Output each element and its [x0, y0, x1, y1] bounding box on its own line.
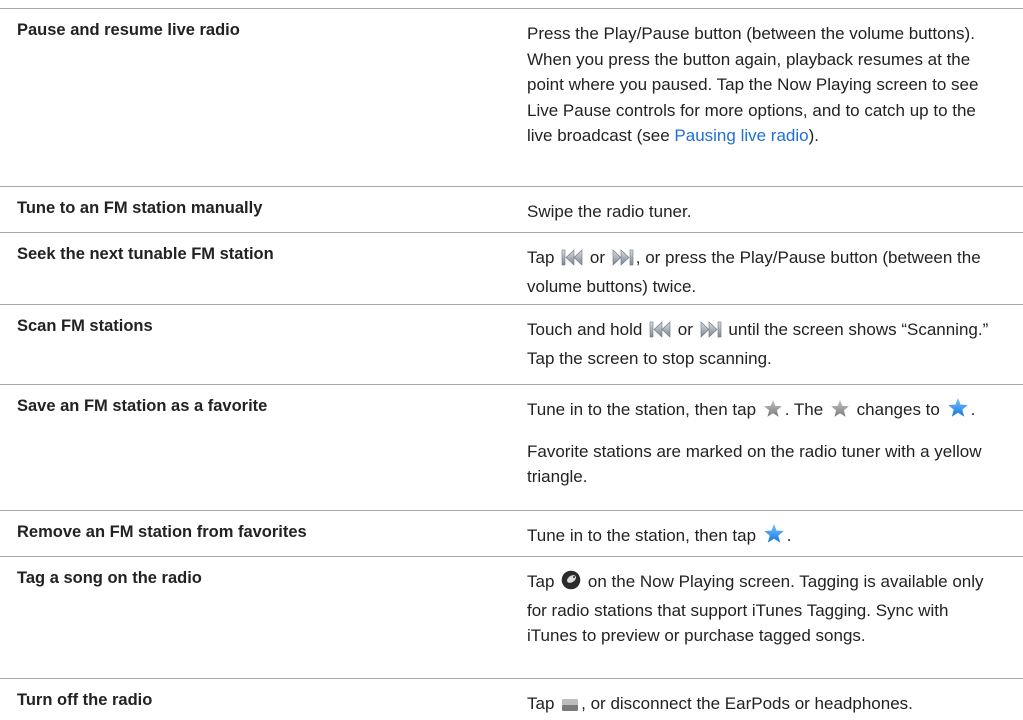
table-row: Seek the next tunable FM station Tap or … — [0, 232, 1023, 305]
action-description: Press the Play/Pause button (between the… — [527, 21, 997, 149]
description-text: . — [970, 400, 976, 419]
action-description: Touch and hold or until the screen shows… — [527, 317, 997, 371]
description-text: ). — [808, 126, 819, 145]
action-description: Tune in to the station, then tap . The c… — [527, 397, 997, 503]
action-description: Tap , or disconnect the EarPods or headp… — [527, 691, 997, 720]
table-row: Turn off the radio Tap , or disconnect t… — [0, 678, 1023, 720]
description-text: or — [589, 248, 606, 267]
action-label: Scan FM stations — [17, 317, 153, 335]
star-favorite-blue-icon — [947, 397, 969, 426]
action-label: Tag a song on the radio — [17, 569, 202, 587]
description-text: on the Now Playing screen. Tagging is av… — [527, 572, 984, 645]
action-label: Pause and resume live radio — [17, 21, 240, 39]
description-text: , or disconnect the EarPods or headphone… — [581, 694, 913, 713]
pausing-live-radio-link[interactable]: Pausing live radio — [674, 126, 808, 145]
description-text: Tune in to the station, then tap — [527, 526, 757, 545]
action-description: Swipe the radio tuner. — [527, 199, 997, 225]
description-text: . — [786, 526, 792, 545]
description-text: or — [677, 320, 693, 339]
action-label: Remove an FM station from favorites — [17, 523, 307, 541]
previous-track-icon — [561, 248, 583, 274]
description-text: . The — [784, 400, 824, 419]
table-row: Tune to an FM station manually Swipe the… — [0, 186, 1023, 233]
description-text: changes to — [856, 400, 940, 419]
action-label: Save an FM station as a favorite — [17, 397, 268, 415]
table-row: Pause and resume live radio Press the Pl… — [0, 8, 1023, 187]
tag-icon — [561, 570, 581, 598]
star-outline-gray-icon — [830, 399, 850, 426]
previous-track-icon — [649, 320, 671, 346]
description-text: Tune in to the station, then tap — [527, 400, 757, 419]
action-description: Tap or , or press the Play/Pause button … — [527, 245, 997, 299]
next-track-icon — [612, 248, 634, 274]
star-favorite-blue-icon — [763, 523, 785, 552]
action-label: Turn off the radio — [17, 691, 153, 709]
description-text: Tap — [527, 572, 555, 591]
star-outline-gray-icon — [763, 399, 783, 426]
table-row: Remove an FM station from favorites Tune… — [0, 510, 1023, 557]
table-row: Scan FM stations Touch and hold or until… — [0, 304, 1023, 385]
description-text: Tap — [527, 694, 555, 713]
action-label: Tune to an FM station manually — [17, 199, 263, 217]
next-track-icon — [700, 320, 722, 346]
action-label: Seek the next tunable FM station — [17, 245, 274, 263]
description-text: Swipe the radio tuner. — [527, 202, 692, 221]
radio-off-icon — [561, 694, 579, 720]
favorite-note: Favorite stations are marked on the radi… — [527, 441, 982, 487]
description-text: Touch and hold — [527, 320, 643, 339]
action-description: Tune in to the station, then tap . — [527, 523, 997, 552]
table-row: Tag a song on the radio Tap on the Now P… — [0, 556, 1023, 679]
description-text: Tap — [527, 248, 555, 267]
table-row: Save an FM station as a favorite Tune in… — [0, 384, 1023, 511]
action-description: Tap on the Now Playing screen. Tagging i… — [527, 569, 997, 649]
